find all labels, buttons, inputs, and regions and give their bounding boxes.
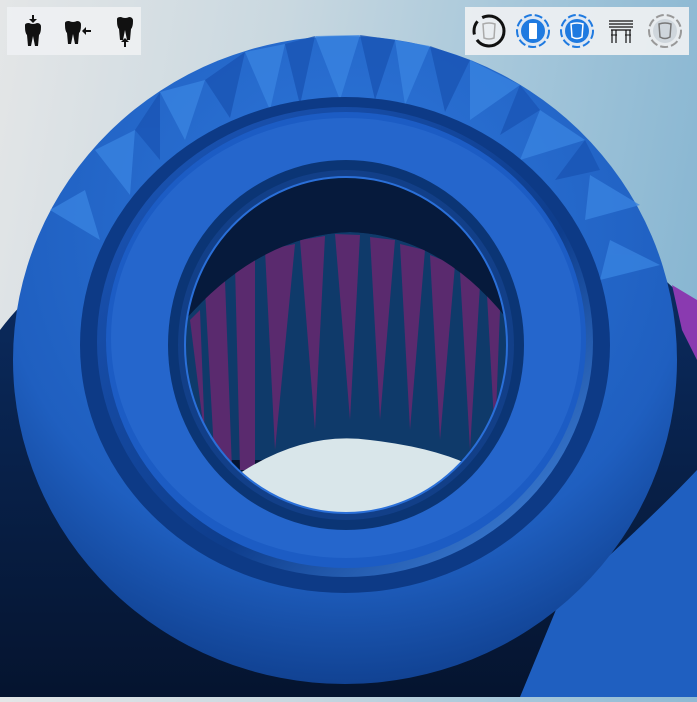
- view-crown-filled-icon[interactable]: [559, 13, 595, 49]
- toolbar-view: [465, 7, 689, 55]
- tooth-mesial-direction-icon[interactable]: [61, 13, 97, 49]
- bridge-abutments-icon[interactable]: [603, 13, 639, 49]
- crown-model: [0, 35, 697, 697]
- tooth-insertion-direction-icon[interactable]: [15, 13, 51, 49]
- tooth-occlusal-direction-icon[interactable]: [107, 13, 143, 49]
- 3d-model-viewport[interactable]: [0, 0, 697, 697]
- toolbar-direction: [7, 7, 141, 55]
- view-crown-outline-icon[interactable]: [647, 13, 683, 49]
- view-rotate-crown-icon[interactable]: [471, 13, 507, 49]
- view-front-crown-icon[interactable]: [515, 13, 551, 49]
